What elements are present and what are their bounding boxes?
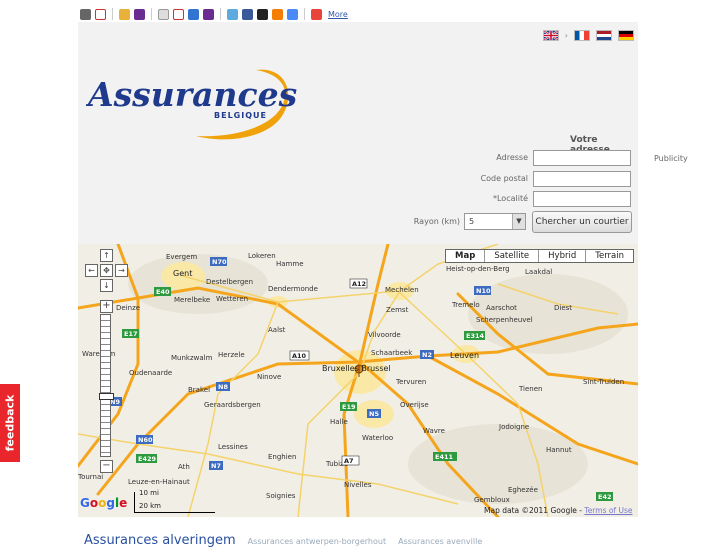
main-heading-link[interactable]: Assurances alveringem [84,533,236,548]
rayon-value: 5 [469,217,475,226]
code-postal-label: Code postal [480,174,528,183]
map-type-control: Map Satellite Hybrid Terrain [445,249,634,263]
yahoo-bookmarks-icon[interactable] [203,8,214,20]
google-bookmarks-icon[interactable] [287,8,298,20]
more-share-icon[interactable] [311,8,322,20]
separator [112,8,113,20]
zoom-out-button[interactable]: − [100,460,113,473]
twitter-icon[interactable] [227,8,238,20]
zoom-slider[interactable] [99,314,114,457]
google-logo[interactable]: Google [80,496,127,510]
scale-mi-label: 10 mi [139,489,159,497]
svg-text:Assurances: Assurances [86,75,297,114]
flag-nl-icon[interactable] [596,30,612,41]
map-type-terrain[interactable]: Terrain [585,250,633,262]
map-copyright: Map data ©2011 Google - Terms of Use [484,506,633,515]
chevron-down-icon: ▼ [512,214,525,229]
feedback-label: feedback [3,394,17,452]
email-icon[interactable] [158,8,169,20]
bottom-links: Assurances alveringem Assurances antwerp… [84,533,482,548]
favorites-icon[interactable] [119,8,130,20]
scale-km-label: 20 km [139,502,162,510]
share-toolbar: More [80,6,348,22]
rayon-select[interactable]: 5 ▼ [464,213,526,230]
terms-link[interactable]: Terms of Use [584,506,632,515]
svg-text:BELGIQUE: BELGIQUE [214,111,267,120]
localite-input[interactable] [533,191,631,207]
rayon-label: Rayon (km) [413,217,460,226]
facebook-icon[interactable] [242,8,253,20]
code-postal-input[interactable] [533,171,631,187]
pan-down-icon[interactable]: ↓ [100,279,113,292]
blogger-icon[interactable] [272,8,283,20]
zoom-slider-handle[interactable] [99,393,114,400]
copyright-text: Map data ©2011 Google - [484,506,582,515]
separator [220,8,221,20]
adresse-label: Adresse [496,153,528,162]
adresse-input[interactable] [533,150,631,166]
site-logo[interactable]: Assurances BELGIQUE [85,44,298,144]
myspace-icon[interactable] [257,8,268,20]
flag-fr-icon[interactable] [574,30,590,41]
search-broker-button[interactable]: Chercher un courtier [532,211,632,233]
flag-de-icon[interactable] [618,30,634,41]
map-type-satellite[interactable]: Satellite [484,250,538,262]
pdf-icon[interactable] [95,8,106,20]
flag-en-icon[interactable] [542,30,559,41]
yahoo-icon[interactable] [134,8,145,20]
print-icon[interactable] [80,8,91,20]
pan-right-icon[interactable]: → [115,264,128,277]
pan-up-icon[interactable]: ↑ [100,249,113,262]
delicious-icon[interactable] [188,8,199,20]
more-link[interactable]: More [328,10,348,19]
map-type-hybrid[interactable]: Hybrid [538,250,585,262]
pan-center-icon[interactable]: ✥ [100,264,113,277]
scale-bar: 10 mi 20 km [134,489,215,513]
pan-left-icon[interactable]: ← [85,264,98,277]
map-type-map[interactable]: Map [446,250,484,262]
separator [304,8,305,20]
publicity-label: Publicity [654,154,688,163]
localite-label: *Localité [492,194,528,203]
feedback-tab[interactable]: feedback [0,384,20,462]
google-map[interactable]: Gent Evergem Lokeren Hamme Mechelen Heis… [78,244,638,517]
map-pan-control: ↑ ← ✥ → ↓ [84,249,130,295]
zoom-in-button[interactable]: + [100,300,113,313]
search-panel: › Assurances BELGIQUE Votre adresse Adre… [78,22,638,244]
gmail-icon[interactable] [173,8,184,20]
separator [151,8,152,20]
language-selector: › [542,30,634,41]
chevron-right-icon: › [564,31,568,40]
